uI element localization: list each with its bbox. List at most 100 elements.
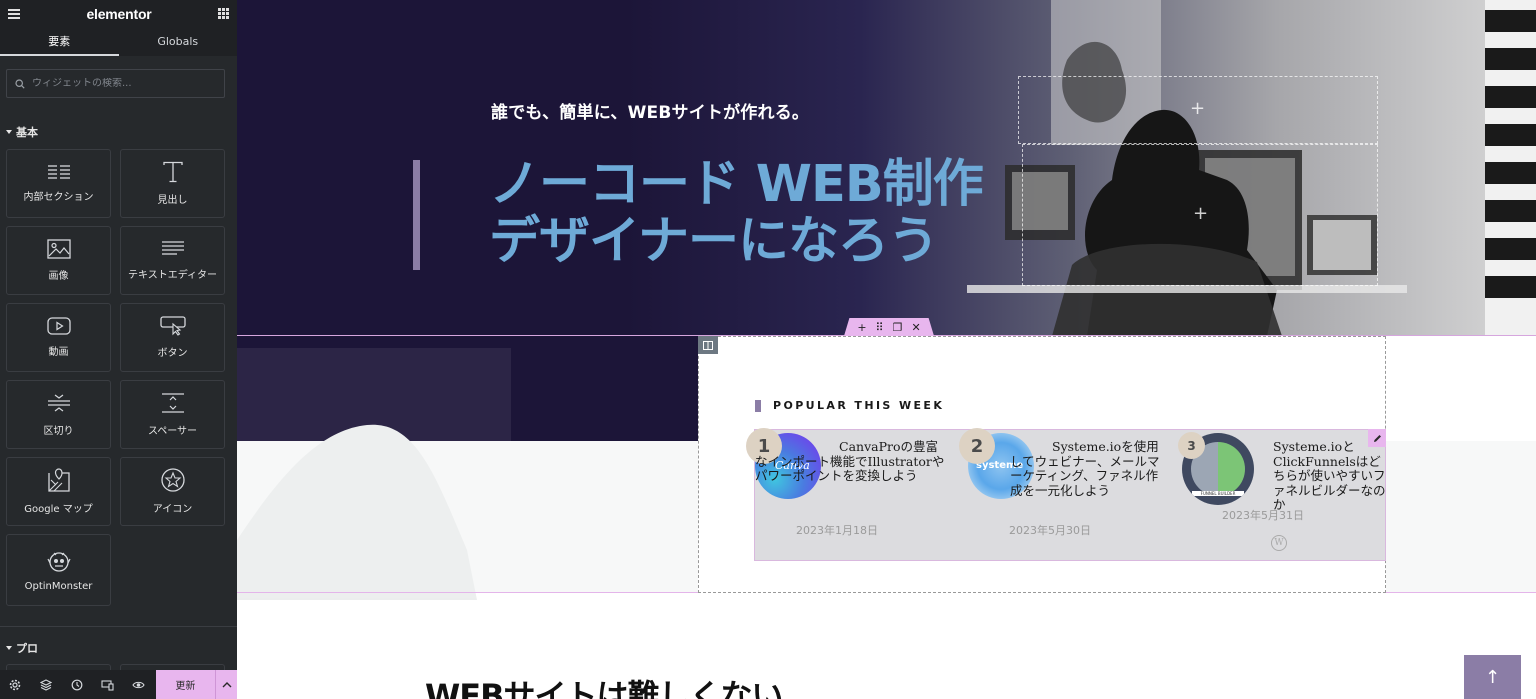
video-icon (46, 317, 71, 335)
star-icon (160, 468, 185, 492)
preview-canvas: 誰でも、簡単に、WEBサイトが作れる。 ノーコード WEB制作 デザイナーになろ… (237, 0, 1536, 699)
thumbnail-text: FUNNEL BUILDER (1192, 491, 1244, 496)
gear-icon (10, 679, 21, 690)
tab-elements[interactable]: 要素 (0, 27, 119, 56)
post-date: 2023年1月18日 (796, 524, 878, 537)
wordpress-icon: W (1271, 535, 1287, 551)
panel-header: elementor (0, 0, 237, 27)
caret-down-icon (6, 130, 12, 134)
category-pro[interactable]: プロ (0, 640, 38, 656)
popular-heading: POPULAR THIS WEEK (755, 399, 944, 412)
popular-heading-text: POPULAR THIS WEEK (773, 399, 945, 412)
optinmonster-icon (46, 551, 71, 572)
widget-optinmonster[interactable]: OptinMonster (6, 534, 111, 606)
heading-icon (162, 161, 183, 183)
column-handle[interactable] (698, 336, 718, 354)
hero-title: ノーコード WEB制作 デザイナーになろう (489, 156, 984, 271)
history-button[interactable] (61, 670, 92, 699)
spacer-icon (161, 393, 184, 413)
eye-icon (132, 681, 145, 688)
elementor-panel: elementor 要素 Globals 基本 内部セクション 見出し 画像 テ… (0, 0, 237, 699)
widget-google-maps[interactable]: Google マップ (6, 457, 111, 526)
widget-heading[interactable]: 見出し (120, 149, 225, 218)
widget-label: アイコン (152, 504, 193, 515)
decorative-panel (237, 348, 511, 598)
add-section-icon[interactable]: + (857, 322, 866, 333)
title-indent-spacer (1010, 441, 1052, 451)
hero-accent-bar (413, 160, 420, 270)
caret-down-icon (6, 646, 12, 650)
responsive-icon (101, 679, 114, 691)
responsive-mode-button[interactable] (92, 670, 123, 699)
hero-title-line: デザイナーになろう (489, 212, 939, 271)
section-heading: WEBサイトは難しくない (425, 677, 784, 699)
chevron-up-icon (222, 681, 232, 687)
hero-subtitle: 誰でも、簡単に、WEBサイトが作れる。 (491, 103, 810, 123)
preview-button[interactable] (123, 670, 154, 699)
widget-text-editor[interactable]: テキストエディター (120, 226, 225, 295)
column-icon (703, 340, 713, 350)
post-date: 2023年5月30日 (1009, 524, 1091, 537)
rank-badge: 3 (1178, 432, 1205, 459)
widget-spacer[interactable]: スペーサー (120, 380, 225, 449)
category-pro-label: プロ (16, 642, 38, 655)
update-button[interactable]: 更新 (155, 670, 216, 699)
widget-label: スペーサー (147, 426, 198, 437)
widget-search (6, 69, 225, 98)
widget-label: ボタン (157, 348, 188, 359)
widget-label: テキストエディター (128, 270, 217, 281)
widget-divider[interactable]: 区切り (6, 380, 111, 449)
section-toolbar: + ⠿ ❐ ✕ (844, 318, 934, 336)
divider-icon (47, 394, 70, 412)
post-date: 2023年5月31日 (1222, 509, 1304, 522)
scroll-to-top-button[interactable]: ↑ (1464, 655, 1521, 699)
button-icon (159, 316, 186, 336)
category-basic[interactable]: 基本 (0, 124, 38, 140)
widget-icon[interactable]: アイコン (120, 457, 225, 526)
widget-label: 内部セクション (23, 192, 94, 203)
duplicate-icon[interactable]: ❐ (893, 322, 903, 333)
history-icon (71, 679, 83, 690)
widget-label: 動画 (48, 347, 69, 358)
close-icon[interactable]: ✕ (911, 322, 920, 333)
widget-image[interactable]: 画像 (6, 226, 111, 295)
panel-tabs: 要素 Globals (0, 27, 237, 56)
divider (0, 626, 237, 627)
widget-label: OptinMonster (24, 580, 93, 592)
update-options-button[interactable] (215, 670, 237, 699)
post-title[interactable]: Systeme.ioを使用してウェビナー、メールマーケティング、ファネル作成を一… (1010, 439, 1160, 498)
arrow-up-icon: ↑ (1484, 666, 1501, 688)
widgets-grid-icon[interactable] (218, 8, 229, 19)
title-indent-spacer (755, 441, 839, 451)
drag-handle-icon[interactable]: ⠿ (876, 322, 884, 333)
add-element-icon[interactable]: + (1193, 203, 1208, 224)
widget-label: Google マップ (24, 504, 93, 515)
tab-globals[interactable]: Globals (119, 27, 238, 56)
rank-badge: 2 (959, 428, 995, 464)
widget-grid: 内部セクション 見出し 画像 テキストエディター 動画 ボタン 区切り スペーサ… (6, 149, 225, 606)
layers-icon (40, 678, 53, 691)
google-maps-icon (47, 468, 70, 492)
post-title[interactable]: CanvaProの豊富なインポート機能でIllustratorやパワーポイントを… (755, 439, 947, 484)
navigator-button[interactable] (31, 670, 62, 699)
category-basic-label: 基本 (16, 126, 38, 139)
widget-label: 見出し (157, 195, 188, 206)
widget-search-input[interactable] (32, 78, 212, 89)
hero-section[interactable]: 誰でも、簡単に、WEBサイトが作れる。 ノーコード WEB制作 デザイナーになろ… (237, 0, 1536, 336)
widget-inner-section[interactable]: 内部セクション (6, 149, 111, 218)
widget-video[interactable]: 動画 (6, 303, 111, 372)
menu-icon[interactable] (8, 8, 20, 19)
inner-section-icon (47, 165, 70, 179)
widget-label: 画像 (48, 271, 69, 282)
popular-posts-widget[interactable]: Canva 1 CanvaProの豊富なインポート機能でIllustratorや… (746, 428, 1386, 561)
panel-footer: 更新 (0, 670, 237, 699)
widget-button[interactable]: ボタン (120, 303, 225, 372)
add-element-icon[interactable]: + (1190, 98, 1205, 119)
text-editor-icon (161, 241, 184, 255)
image-icon (46, 239, 71, 259)
settings-button[interactable] (0, 670, 31, 699)
elementor-logo: elementor (86, 5, 152, 22)
post-title[interactable]: Systeme.ioとClickFunnelsはどちらが使いやすいファネルビルダ… (1273, 439, 1386, 513)
search-icon (15, 78, 25, 89)
heading-accent-bar (755, 399, 761, 412)
